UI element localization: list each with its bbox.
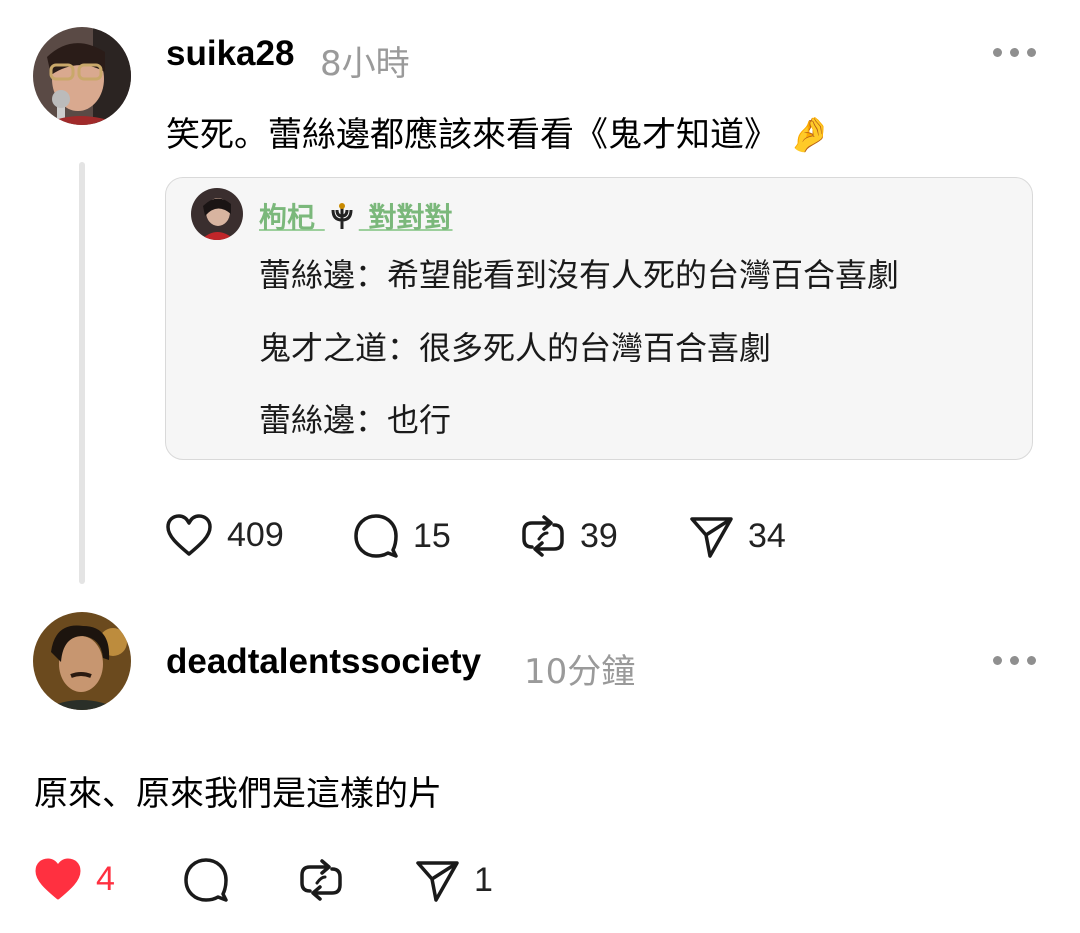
more-icon: [993, 48, 1002, 57]
comment-button[interactable]: [183, 857, 243, 903]
repost-icon: [522, 515, 564, 557]
share-button[interactable]: 34: [688, 513, 786, 559]
quote-avatar-image: [191, 188, 243, 240]
comment-icon: [184, 858, 228, 902]
avatar[interactable]: [33, 27, 131, 125]
avatar[interactable]: [33, 612, 131, 710]
like-button[interactable]: 409: [165, 513, 284, 557]
quote-avatar[interactable]: [191, 188, 243, 240]
quote-line: 鬼才之道：很多死人的台灣百合喜劇: [259, 329, 772, 367]
comment-count: 15: [413, 517, 451, 555]
like-count: 4: [96, 860, 115, 898]
post-text: 笑死。蕾絲邊都應該來看看《鬼才知道》 🤌: [166, 115, 832, 155]
repost-icon: [300, 859, 342, 901]
quote-username[interactable]: 枸杞 對對對: [259, 196, 453, 236]
quoted-post[interactable]: 枸杞 對對對 蕾絲邊：希望能看到沒有人死的台灣百合喜劇 鬼才之道：很多死人的台灣…: [165, 177, 1033, 460]
comment-button[interactable]: 15: [353, 513, 451, 559]
quote-line: 蕾絲邊：也行: [259, 401, 452, 439]
like-button[interactable]: 4: [34, 857, 115, 901]
thread-line: [79, 162, 85, 584]
repost-button[interactable]: 39: [520, 513, 618, 559]
share-icon: [416, 861, 459, 902]
share-icon: [690, 517, 733, 558]
heart-icon: [166, 514, 212, 556]
repost-button[interactable]: [298, 857, 358, 903]
avatar-image: [33, 612, 131, 710]
share-count: 34: [748, 517, 786, 555]
pinched-fingers-emoji: 🤌: [788, 115, 832, 155]
username[interactable]: deadtalentssociety: [166, 642, 481, 682]
like-count: 409: [227, 516, 284, 554]
heart-icon: [35, 858, 81, 900]
quote-line: 蕾絲邊：希望能看到沒有人死的台灣百合喜劇: [259, 256, 900, 294]
username[interactable]: suika28: [166, 34, 294, 74]
post-time: 8小時: [320, 44, 410, 84]
scepter-badge-icon: [331, 203, 353, 229]
share-count: 1: [474, 861, 493, 899]
avatar-image: [33, 27, 131, 125]
post-time: 10分鐘: [524, 652, 636, 692]
more-icon: [993, 656, 1002, 665]
post-text: 原來、原來我們是這樣的片: [34, 774, 442, 814]
more-options-button[interactable]: [993, 48, 1036, 57]
repost-count: 39: [580, 517, 618, 555]
more-options-button[interactable]: [993, 656, 1036, 665]
share-button[interactable]: 1: [414, 857, 493, 903]
comment-icon: [354, 514, 398, 558]
